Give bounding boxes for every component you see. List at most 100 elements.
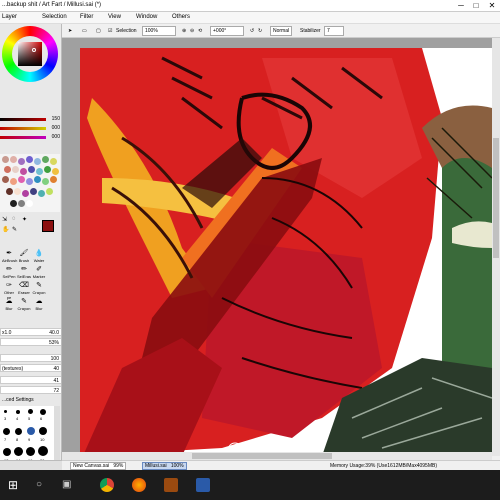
palette-swatch[interactable] [44,166,51,173]
minimize-button[interactable]: ─ [455,0,467,12]
advanced-settings-toggle[interactable]: ...ced Settings [2,397,34,403]
menu-layer[interactable]: Layer [2,14,17,20]
selection-checkbox[interactable]: ☑ [108,28,112,34]
toolbar-layer-icon[interactable]: ▭ [82,28,87,34]
red-slider-bar[interactable] [0,118,46,121]
dilution-row[interactable]: 41 [0,376,61,384]
palette-swatch[interactable] [2,156,9,163]
lasso-icon[interactable]: ◌ [12,216,16,222]
rotate-right-icon[interactable]: ↻ [258,28,262,34]
palette-swatch[interactable] [26,156,33,163]
tool-crayon-2[interactable]: ✎ Crayon [17,298,31,312]
palette-swatch[interactable] [20,168,27,175]
palette-swatch[interactable] [34,158,41,165]
palette-swatch[interactable] [26,200,33,207]
firefox-icon[interactable] [132,478,146,492]
palette-swatch[interactable] [46,188,53,195]
brush-preset-dot[interactable] [28,409,33,414]
palette-swatch[interactable] [26,178,33,185]
palette-swatch[interactable] [22,190,29,197]
brush-preset-dot[interactable] [3,428,10,435]
zoom-field[interactable]: 100% [142,26,176,36]
persistence-row[interactable]: 72 [0,386,61,394]
brush-preset-dot[interactable] [3,448,11,456]
color-slider-2[interactable]: 000 [0,125,61,132]
blue-slider-bar[interactable] [0,136,46,139]
magic-wand-icon[interactable]: ✦ [22,216,27,223]
brush-preset-dot[interactable] [4,410,7,413]
palette-swatch[interactable] [18,200,25,207]
tool-brush[interactable]: 🖌 Brush [17,250,31,264]
zoom-out-icon[interactable]: ⊖ [190,28,194,34]
palette-swatch[interactable] [34,176,41,183]
tool-blur[interactable]: ☁ Blur [2,298,16,312]
color-slider-3[interactable]: 000 [0,134,61,141]
tool-otherpen[interactable]: ✑ Other pe [2,282,16,300]
palette-swatch[interactable] [38,190,45,197]
palette-swatch[interactable] [18,176,25,183]
vertical-scrollbar[interactable] [492,38,500,456]
brush-preset-dot[interactable] [38,446,48,456]
select-layer-icon[interactable]: ⇲ [2,216,7,223]
palette-swatch[interactable] [30,188,37,195]
canvas-area[interactable] [62,38,492,456]
palette-swatch[interactable] [2,176,9,183]
tool-selpen[interactable]: ✏ SelPen [2,266,16,280]
stabilizer-select[interactable]: 7 [324,26,344,36]
opacity-row[interactable]: 53% [0,338,61,346]
brush-preset-dot[interactable] [14,447,23,456]
toolbar-arrow-icon[interactable]: ➤ [68,28,72,34]
palette-swatch[interactable] [10,156,17,163]
tool-crayon[interactable]: ✎ Crayon [32,282,46,296]
palette-swatch[interactable] [50,158,57,165]
brush-preset-dot[interactable] [16,410,20,414]
current-color-swatch[interactable] [42,220,54,232]
sai-icon[interactable] [196,478,210,492]
brush-preset-dot[interactable] [40,409,46,415]
green-slider-bar[interactable] [0,127,46,130]
tool-airbrush[interactable]: ✒ AirBrush [2,250,17,264]
rotation-field[interactable]: +000° [210,26,244,36]
tab-millusi[interactable]: Millusi.sai 100% [142,462,187,470]
close-button[interactable]: ✕ [486,0,498,12]
vertical-scroll-thumb[interactable] [493,138,499,258]
menu-filter[interactable]: Filter [80,14,93,20]
palette-swatch[interactable] [6,188,13,195]
color-picker-cursor[interactable] [32,48,36,52]
tool-seleras[interactable]: ✏ SelEras [17,266,31,280]
brush-preset-dot[interactable] [39,427,47,435]
palette-swatch[interactable] [28,166,35,173]
menu-view[interactable]: View [108,14,121,20]
menu-selection[interactable]: Selection [42,14,67,20]
tool-marker[interactable]: ✐ Marker [32,266,46,280]
hand-icon[interactable]: ✋ [2,226,9,233]
texture-row[interactable]: (textures) 40 [0,364,61,372]
toolbar-deselect-icon[interactable]: ▢ [96,28,101,34]
color-slider-1[interactable]: 150 [0,116,61,123]
chrome-icon[interactable] [100,478,114,492]
brush-preset-dot[interactable] [15,428,22,435]
app-icon[interactable] [164,478,178,492]
palette-swatch[interactable] [14,188,21,195]
palette-swatch[interactable] [42,156,49,163]
tool-water[interactable]: 💧 Water [32,250,46,264]
tool-blur-2[interactable]: ☁ Blur [32,298,46,312]
blending-row[interactable]: 100 [0,354,61,362]
search-icon[interactable]: ○ [36,478,50,492]
zoom-in-icon[interactable]: ⊕ [182,28,186,34]
task-view-icon[interactable]: ▣ [62,478,76,492]
brush-size-row[interactable]: x1.0 40.0 [0,328,61,336]
windows-logo-icon[interactable]: ⊞ [8,478,22,492]
tab-new-canvas[interactable]: New Canvas.sai 99% [70,462,127,470]
palette-swatch[interactable] [18,158,25,165]
palette-swatch[interactable] [36,168,43,175]
saturation-value-square[interactable] [18,42,42,66]
eyedropper-icon[interactable]: ✎ [12,226,17,233]
brush-presets-scrollbar[interactable] [54,406,60,460]
zoom-reset-icon[interactable]: ⟲ [198,28,202,34]
palette-swatch[interactable] [10,200,17,207]
palette-swatch[interactable] [50,176,57,183]
palette-swatch[interactable] [12,166,19,173]
palette-swatch[interactable] [4,166,11,173]
rotate-left-icon[interactable]: ↺ [250,28,254,34]
